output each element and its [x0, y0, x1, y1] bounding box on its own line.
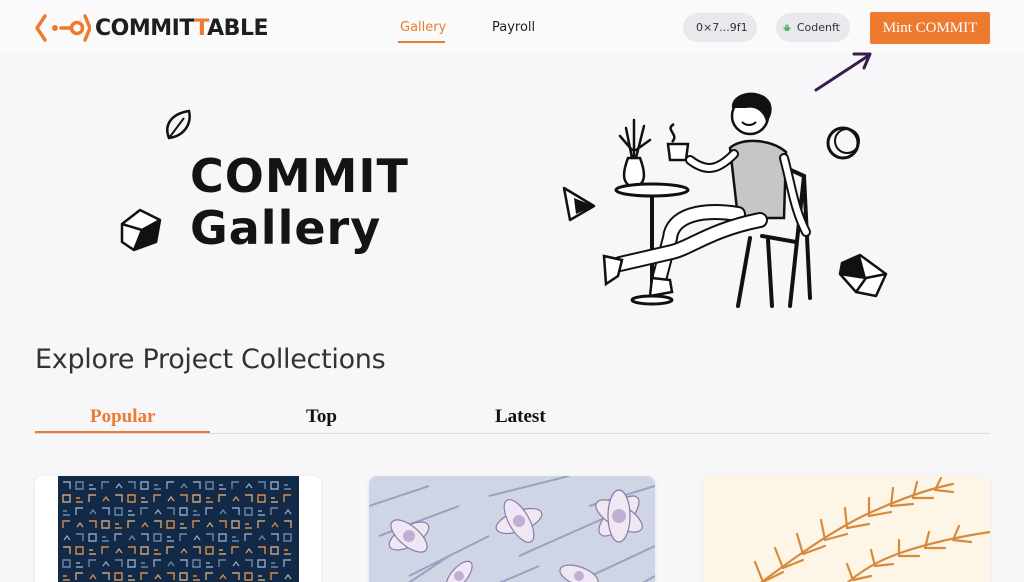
collection-card[interactable] [369, 476, 655, 582]
geometric-pattern-artwork [35, 476, 321, 582]
cube-icon [120, 208, 162, 252]
tab-popular[interactable]: Popular [90, 406, 155, 428]
user-pill[interactable]: Codenft [776, 13, 850, 42]
hero-title-line1: COMMIT [190, 149, 409, 203]
tab-latest[interactable]: Latest [495, 406, 546, 428]
brand-logo[interactable]: COMMITTABLE [35, 12, 268, 44]
wallet-address: 0×7...9f1 [696, 21, 748, 34]
person-at-cafe-illustration [562, 92, 888, 308]
floral-pattern-artwork [369, 476, 655, 582]
explore-section-title: Explore Project Collections [35, 344, 386, 375]
mint-commit-button[interactable]: Mint COMMIT [870, 12, 990, 44]
brand-name: COMMITTABLE [95, 15, 268, 41]
hero-title: COMMIT Gallery [190, 150, 409, 254]
hero-title-line2: Gallery [190, 201, 382, 255]
fern-artwork [703, 476, 990, 582]
collection-tabs: Popular Top Latest [35, 400, 990, 434]
user-name: Codenft [796, 21, 840, 34]
collection-card[interactable] [35, 476, 321, 582]
collection-card[interactable] [703, 476, 990, 582]
leaf-icon [166, 109, 191, 140]
top-header: COMMITTABLE Gallery Payroll 0×7...9f1 Co… [0, 0, 1024, 54]
nav-payroll[interactable]: Payroll [492, 20, 535, 35]
android-icon [783, 23, 791, 31]
tab-top[interactable]: Top [306, 406, 337, 428]
logo-mark-icon [35, 14, 91, 42]
nav-active-indicator [398, 41, 445, 43]
nav-gallery[interactable]: Gallery [400, 20, 446, 35]
wallet-address-pill[interactable]: 0×7...9f1 [683, 13, 757, 42]
active-tab-indicator [35, 431, 210, 433]
